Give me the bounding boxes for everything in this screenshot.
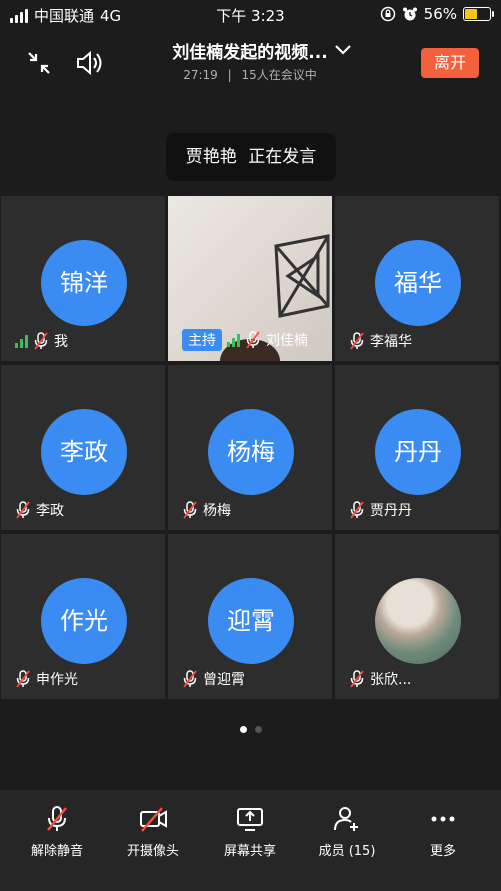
- more-button[interactable]: 更多: [398, 804, 488, 859]
- minimize-icon[interactable]: [24, 48, 54, 78]
- chevron-down-icon[interactable]: [333, 42, 353, 58]
- participants-count: 15人在会议中: [241, 68, 317, 82]
- mic-muted-icon: [33, 332, 49, 350]
- participant-label: 张欣...: [349, 669, 411, 689]
- speaker-icon[interactable]: [74, 48, 104, 78]
- participant-label: 申作光: [15, 669, 78, 689]
- camera-button[interactable]: 开摄像头: [108, 804, 198, 859]
- participant-label: 主持 刘佳楠: [182, 329, 308, 351]
- battery-percent: 56%: [423, 5, 457, 23]
- avatar-photo: [375, 578, 461, 664]
- participant-label: 杨梅: [182, 500, 231, 520]
- participant-tile[interactable]: 作光申作光: [1, 534, 165, 699]
- subtitle-separator: |: [227, 68, 232, 82]
- alarm-icon: [402, 7, 417, 21]
- battery-icon: [463, 7, 494, 21]
- avatar: 迎霄: [208, 578, 294, 664]
- screen-share-icon: [237, 808, 263, 831]
- active-speaker-banner: 贾艳艳 正在发言: [166, 133, 336, 181]
- participant-name: 申作光: [36, 672, 78, 688]
- bottom-toolbar: 解除静音 开摄像头 屏幕共享 成员 (15) 更多: [0, 790, 501, 891]
- leave-button[interactable]: 离开: [421, 48, 479, 78]
- mic-muted-icon: [15, 501, 31, 519]
- members-label: 成员 (15): [318, 844, 376, 859]
- avatar: 锦洋: [41, 240, 127, 326]
- mic-muted-icon: [245, 331, 261, 349]
- participant-name: 李福华: [370, 334, 412, 350]
- participant-tile[interactable]: 丹丹贾丹丹: [335, 365, 499, 530]
- unmute-label: 解除静音: [30, 844, 83, 859]
- status-bar: 中国联通 4G 下午 3:23 56%: [0, 0, 501, 28]
- speaker-name: 贾艳艳: [185, 147, 237, 167]
- participant-name: 我: [54, 334, 68, 350]
- camera-label: 开摄像头: [126, 844, 179, 859]
- participant-tile[interactable]: 主持 刘佳楠: [168, 196, 332, 361]
- participant-tile[interactable]: 锦洋我: [1, 196, 165, 361]
- participant-label: 曾迎霄: [182, 669, 245, 689]
- avatar: 福华: [375, 240, 461, 326]
- participant-label: 我: [15, 331, 68, 351]
- rotation-lock-icon: [380, 6, 395, 22]
- participant-name: 贾丹丹: [370, 503, 412, 519]
- participant-tile[interactable]: 张欣...: [335, 534, 499, 699]
- participant-tile[interactable]: 福华李福华: [335, 196, 499, 361]
- participant-label: 李政: [15, 500, 64, 520]
- speaker-status: 正在发言: [248, 147, 317, 167]
- avatar: 作光: [41, 578, 127, 664]
- participant-name: 杨梅: [203, 503, 231, 519]
- participant-label: 李福华: [349, 331, 412, 351]
- mic-muted-icon: [182, 501, 198, 519]
- status-right: 56%: [380, 5, 494, 23]
- participant-tile[interactable]: 迎霄曾迎霄: [168, 534, 332, 699]
- page-indicator: [0, 726, 501, 733]
- add-member-icon: [334, 807, 358, 831]
- camera-off-icon: [140, 807, 167, 832]
- participant-tile[interactable]: 杨梅 杨梅: [168, 365, 332, 530]
- mic-muted-icon: [349, 501, 365, 519]
- screen-share-label: 屏幕共享: [223, 844, 276, 859]
- signal-strength-icon: [15, 334, 28, 348]
- participant-name: 李政: [36, 503, 64, 519]
- avatar: 杨梅: [208, 409, 294, 495]
- signal-strength-icon: [227, 333, 240, 347]
- participant-grid: 锦洋我主持 刘佳楠 福华 李福华 李政 李政 杨梅 杨梅 丹丹 贾丹丹 作光 申作光 迎霄 曾迎霄 张欣..…: [1, 196, 500, 699]
- mic-muted-icon: [349, 332, 365, 350]
- mic-muted-icon: [15, 670, 31, 688]
- screen-share-button[interactable]: 屏幕共享: [205, 804, 295, 859]
- meeting-header: 刘佳楠发起的视频... 27:19 | 15人在会议中 离开: [0, 30, 501, 90]
- page-dot[interactable]: [254, 726, 262, 733]
- participant-label: 贾丹丹: [349, 500, 412, 520]
- more-label: 更多: [429, 844, 456, 859]
- mic-muted-icon: [47, 806, 67, 831]
- avatar: 丹丹: [375, 409, 461, 495]
- mic-muted-icon: [182, 670, 198, 688]
- meeting-subtitle: 27:19 | 15人在会议中: [130, 66, 370, 83]
- host-badge: 主持: [182, 329, 222, 351]
- participant-name: 刘佳楠: [266, 333, 308, 349]
- participant-name: 张欣...: [370, 672, 412, 688]
- avatar: 李政: [41, 409, 127, 495]
- participant-tile[interactable]: 李政 李政: [1, 365, 165, 530]
- members-button[interactable]: 成员 (15): [302, 804, 392, 859]
- meeting-duration: 27:19: [183, 68, 218, 82]
- more-icon: [431, 816, 455, 822]
- participant-name: 曾迎霄: [203, 672, 245, 688]
- page-dot[interactable]: [239, 726, 247, 733]
- unmute-button[interactable]: 解除静音: [12, 804, 102, 859]
- mic-muted-icon: [349, 670, 365, 688]
